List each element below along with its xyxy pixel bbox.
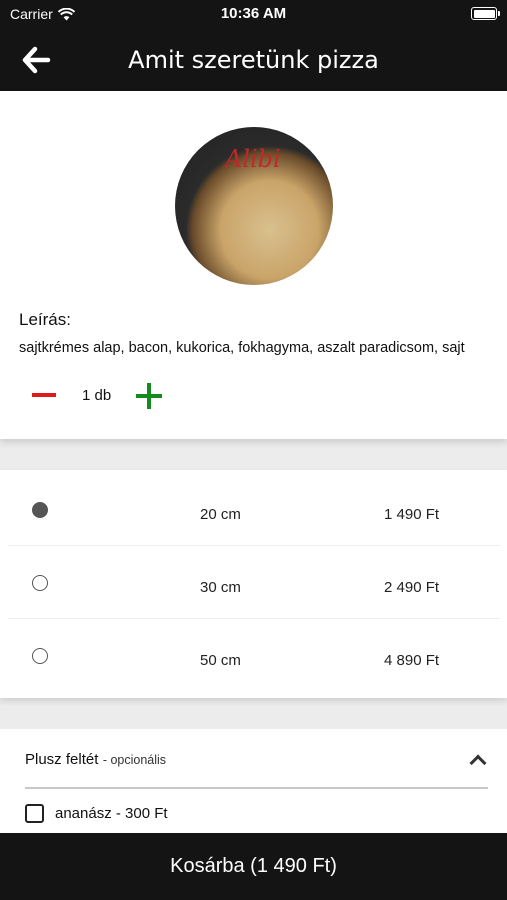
radio-icon[interactable]: [32, 648, 48, 664]
minus-button[interactable]: [32, 393, 56, 397]
extras-header[interactable]: Plusz feltét - opcionális: [25, 751, 488, 789]
extras-sublabel: - opcionális: [102, 753, 167, 767]
radio-selected-icon[interactable]: [32, 502, 48, 518]
battery-icon: [471, 7, 500, 20]
clock: 10:36 AM: [220, 5, 287, 22]
description-label: Leírás:: [19, 310, 71, 329]
size-label: 50 cm: [200, 652, 241, 669]
size-option[interactable]: 20 cm 1 490 Ft: [8, 473, 500, 546]
extras-label: Plusz feltét: [25, 751, 99, 768]
size-price: 2 490 Ft: [384, 579, 440, 596]
checkbox-icon[interactable]: [25, 803, 44, 823]
quantity-stepper: 1 db: [30, 381, 190, 411]
size-option[interactable]: 30 cm 2 490 Ft: [8, 546, 500, 619]
restaurant-logo: Alibi: [225, 145, 281, 173]
chevron-up-icon[interactable]: [469, 754, 487, 772]
quantity-value: 1 db: [82, 387, 112, 404]
size-options: 20 cm 1 490 Ft 30 cm 2 490 Ft 50 cm 4 89…: [0, 470, 507, 698]
size-option[interactable]: 50 cm 4 890 Ft: [8, 619, 500, 692]
size-label: 30 cm: [200, 579, 241, 596]
page-title: Amit szeretünk pizza: [128, 46, 379, 74]
radio-icon[interactable]: [32, 575, 48, 591]
extra-option[interactable]: ananász - 300 Ft: [25, 803, 168, 823]
size-label: 20 cm: [200, 506, 241, 523]
description-text: sajtkrémes alap, bacon, kukorica, fokhag…: [19, 340, 465, 356]
size-price: 4 890 Ft: [384, 652, 440, 669]
status-bar: Carrier 10:36 AM: [0, 0, 507, 28]
product-card: Alibi Leírás: sajtkrémes alap, bacon, ku…: [0, 91, 507, 439]
add-to-cart-button[interactable]: Kosárba (1 490 Ft): [0, 833, 507, 900]
pizza-image: Alibi: [175, 127, 333, 285]
size-price: 1 490 Ft: [384, 506, 440, 523]
extras-section: Plusz feltét - opcionális ananász - 300 …: [0, 729, 507, 833]
nav-bar: Amit szeretünk pizza: [0, 28, 507, 91]
plus-button[interactable]: [136, 383, 162, 409]
extra-option-label: ananász - 300 Ft: [55, 804, 168, 822]
